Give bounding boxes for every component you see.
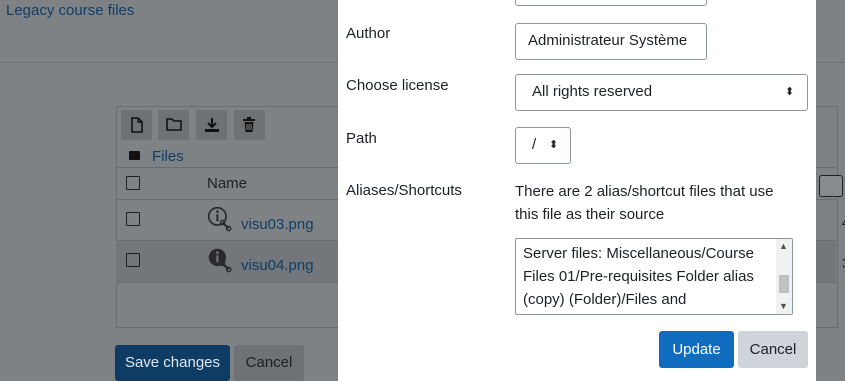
author-label: Author — [346, 25, 391, 42]
breadcrumb-files[interactable]: Files — [152, 148, 184, 165]
aliases-info: There are 2 alias/shortcut files that us… — [515, 183, 774, 223]
filename-field[interactable] — [515, 0, 707, 6]
select-arrows-icon: ⬍ — [549, 139, 559, 151]
download-button[interactable] — [196, 110, 227, 140]
row-checkbox[interactable] — [126, 212, 140, 226]
author-field[interactable]: Administrateur Système — [515, 23, 707, 60]
create-folder-button[interactable] — [158, 110, 189, 140]
scroll-up-icon[interactable]: ▲ — [779, 241, 788, 251]
download-icon — [205, 118, 219, 132]
delete-button[interactable] — [234, 110, 265, 140]
path-value: / — [532, 136, 537, 153]
author-value: Administrateur Système — [528, 32, 688, 49]
legacy-course-files-link[interactable]: Legacy course files — [6, 2, 134, 19]
file-alias-icon — [208, 248, 232, 273]
name-column-header[interactable]: Name — [207, 175, 247, 192]
path-select[interactable]: / ⬍ — [515, 127, 571, 164]
delete-icon — [243, 117, 255, 132]
aliases-label: Aliases/Shortcuts — [346, 182, 462, 199]
aliases-list[interactable]: Server files: Miscellaneous/Course Files… — [515, 238, 793, 315]
alias-list-item: Server files: Miscellaneous/Course Files… — [523, 245, 754, 308]
new-file-icon — [131, 117, 143, 133]
new-folder-icon — [166, 118, 182, 131]
options-checkbox[interactable] — [819, 175, 843, 197]
update-button[interactable]: Update — [659, 331, 734, 368]
license-select[interactable]: All rights reserved ⬍ — [515, 74, 808, 111]
scrollbar-thumb[interactable] — [779, 275, 789, 293]
license-label: Choose license — [346, 77, 449, 94]
scrollbar[interactable]: ▲ ▼ — [776, 239, 792, 314]
cancel-button[interactable]: Cancel — [234, 345, 304, 381]
file-alias-icon — [207, 206, 232, 232]
select-arrows-icon: ⬍ — [785, 86, 795, 98]
license-value: All rights reserved — [532, 83, 653, 100]
dialog-cancel-button[interactable]: Cancel — [738, 331, 808, 368]
folder-icon — [129, 151, 140, 160]
file-link[interactable]: visu04.png — [241, 257, 314, 274]
row-checkbox[interactable] — [126, 253, 140, 267]
file-link[interactable]: visu03.png — [241, 216, 314, 233]
save-changes-button[interactable]: Save changes — [115, 345, 230, 381]
add-file-button[interactable] — [121, 110, 152, 140]
select-all-checkbox[interactable] — [126, 176, 140, 190]
path-label: Path — [346, 130, 377, 147]
scroll-down-icon[interactable]: ▼ — [779, 301, 788, 311]
